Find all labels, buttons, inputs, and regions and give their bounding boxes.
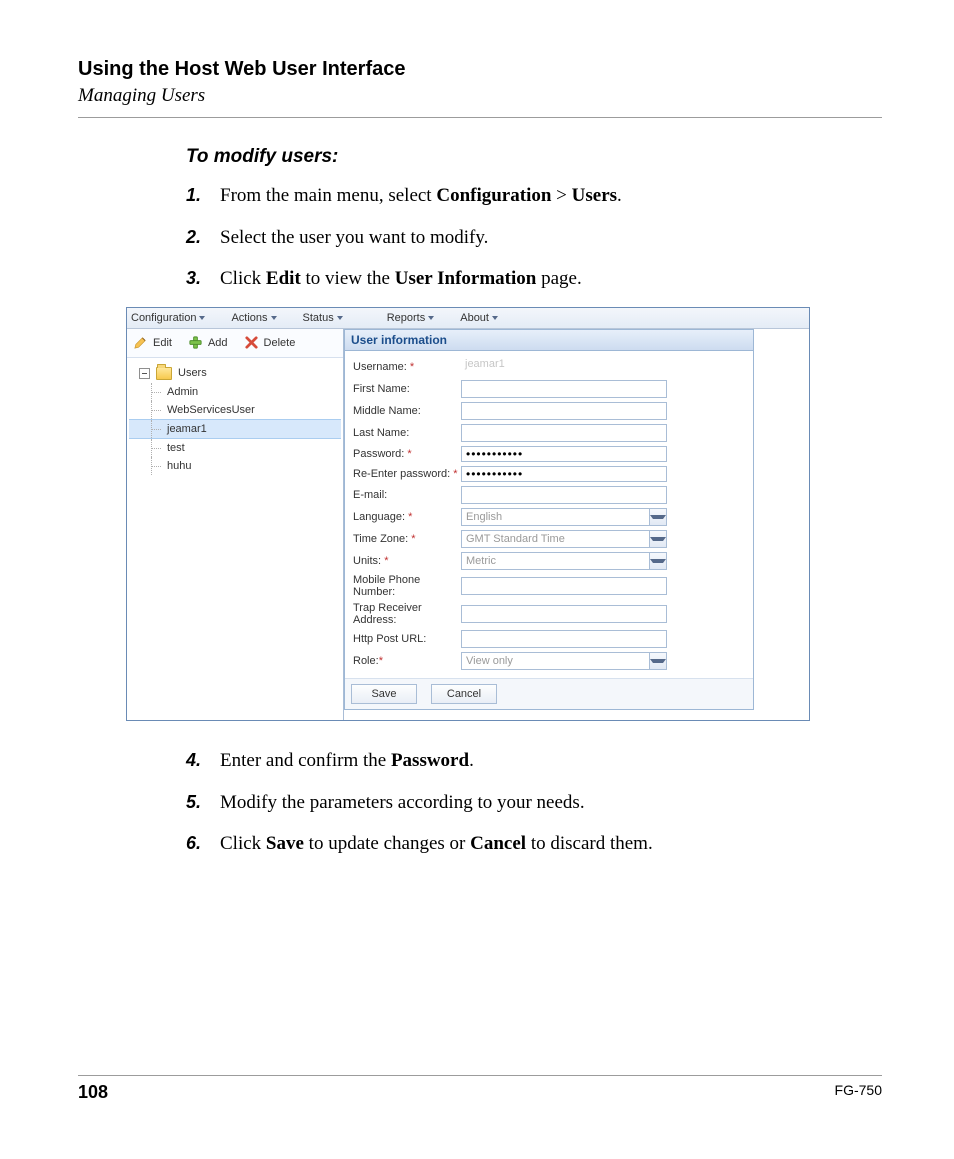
username-value: jeamar1 — [461, 358, 667, 376]
caret-icon — [428, 316, 434, 320]
step-item: Select the user you want to modify. — [186, 224, 866, 252]
page-footer: 108 FG-750 — [78, 1075, 882, 1103]
steps-list-a: From the main menu, select Configuration… — [186, 182, 866, 293]
folder-icon — [156, 367, 172, 380]
save-button[interactable]: Save — [351, 684, 417, 704]
caret-icon — [337, 316, 343, 320]
steps-list-b: Enter and confirm the Password. Modify t… — [186, 747, 866, 858]
x-icon — [244, 335, 259, 350]
field-trap: Trap Receiver Address: — [353, 600, 745, 628]
menu-status[interactable]: Status — [303, 312, 343, 324]
rule-bottom — [78, 1075, 882, 1076]
tree-item-selected[interactable]: jeamar1 — [129, 419, 341, 439]
last-name-input[interactable] — [461, 424, 667, 442]
menu-about[interactable]: About — [460, 312, 498, 324]
field-timezone: Time Zone: * GMT Standard Time — [353, 528, 745, 550]
step-item: From the main menu, select Configuration… — [186, 182, 866, 210]
rule-top — [78, 117, 882, 118]
menu-configuration[interactable]: Configuration — [131, 312, 205, 324]
email-input[interactable] — [461, 486, 667, 504]
caret-icon — [199, 316, 205, 320]
step-item: Modify the parameters according to your … — [186, 789, 866, 817]
field-email: E-mail: — [353, 484, 745, 506]
left-pane: Edit Add — [127, 329, 344, 720]
edit-button[interactable]: Edit — [133, 335, 172, 350]
tree-root[interactable]: Users — [129, 364, 341, 383]
right-pane: User information Username: * jeamar1 Fir… — [344, 329, 809, 720]
user-info-panel: User information Username: * jeamar1 Fir… — [344, 329, 754, 710]
field-mobile: Mobile Phone Number: — [353, 572, 745, 600]
plus-icon — [188, 335, 203, 350]
chevron-down-icon — [649, 553, 666, 569]
collapse-icon[interactable] — [139, 368, 150, 379]
field-reenter-password: Re-Enter password: * ••••••••••• — [353, 464, 745, 484]
step-item: Enter and confirm the Password. — [186, 747, 866, 775]
tree-item[interactable]: test — [129, 439, 341, 457]
procedure-title: To modify users: — [186, 146, 866, 168]
doc-id: FG-750 — [835, 1082, 882, 1103]
page-number: 108 — [78, 1082, 108, 1103]
menubar: Configuration Actions Status Reports Abo… — [127, 308, 809, 329]
toolbar: Edit Add — [127, 329, 343, 358]
field-first-name: First Name: — [353, 378, 745, 400]
language-select[interactable]: English — [461, 508, 667, 526]
field-middle-name: Middle Name: — [353, 400, 745, 422]
chevron-down-icon — [649, 531, 666, 547]
button-bar: Save Cancel — [345, 678, 753, 709]
chevron-down-icon — [649, 509, 666, 525]
caret-icon — [492, 316, 498, 320]
add-button[interactable]: Add — [188, 335, 228, 350]
field-password: Password: * ••••••••••• — [353, 444, 745, 464]
section-title: Managing Users — [78, 85, 882, 107]
step-item: Click Save to update changes or Cancel t… — [186, 830, 866, 858]
tree-item[interactable]: huhu — [129, 457, 341, 475]
mobile-input[interactable] — [461, 577, 667, 595]
tree-item[interactable]: WebServicesUser — [129, 401, 341, 419]
tree-item[interactable]: Admin — [129, 383, 341, 401]
first-name-input[interactable] — [461, 380, 667, 398]
timezone-select[interactable]: GMT Standard Time — [461, 530, 667, 548]
password-input[interactable]: ••••••••••• — [461, 446, 667, 462]
embedded-screenshot: Configuration Actions Status Reports Abo… — [126, 307, 810, 721]
chevron-down-icon — [649, 653, 666, 669]
field-last-name: Last Name: — [353, 422, 745, 444]
field-role: Role:* View only — [353, 650, 745, 672]
middle-name-input[interactable] — [461, 402, 667, 420]
units-select[interactable]: Metric — [461, 552, 667, 570]
reenter-password-input[interactable]: ••••••••••• — [461, 466, 667, 482]
field-http: Http Post URL: — [353, 628, 745, 650]
field-units: Units: * Metric — [353, 550, 745, 572]
step-item: Click Edit to view the User Information … — [186, 265, 866, 293]
field-username: Username: * jeamar1 — [353, 356, 745, 378]
menu-reports[interactable]: Reports — [387, 312, 435, 324]
menu-actions[interactable]: Actions — [231, 312, 276, 324]
user-tree: Users Admin WebServicesUser jeamar1 test… — [127, 358, 343, 481]
trap-input[interactable] — [461, 605, 667, 623]
pencil-icon — [133, 335, 148, 350]
caret-icon — [271, 316, 277, 320]
role-select[interactable]: View only — [461, 652, 667, 670]
delete-button[interactable]: Delete — [244, 335, 296, 350]
chapter-title: Using the Host Web User Interface — [78, 58, 882, 81]
cancel-button[interactable]: Cancel — [431, 684, 497, 704]
field-language: Language: * English — [353, 506, 745, 528]
panel-header: User information — [345, 330, 753, 351]
http-input[interactable] — [461, 630, 667, 648]
